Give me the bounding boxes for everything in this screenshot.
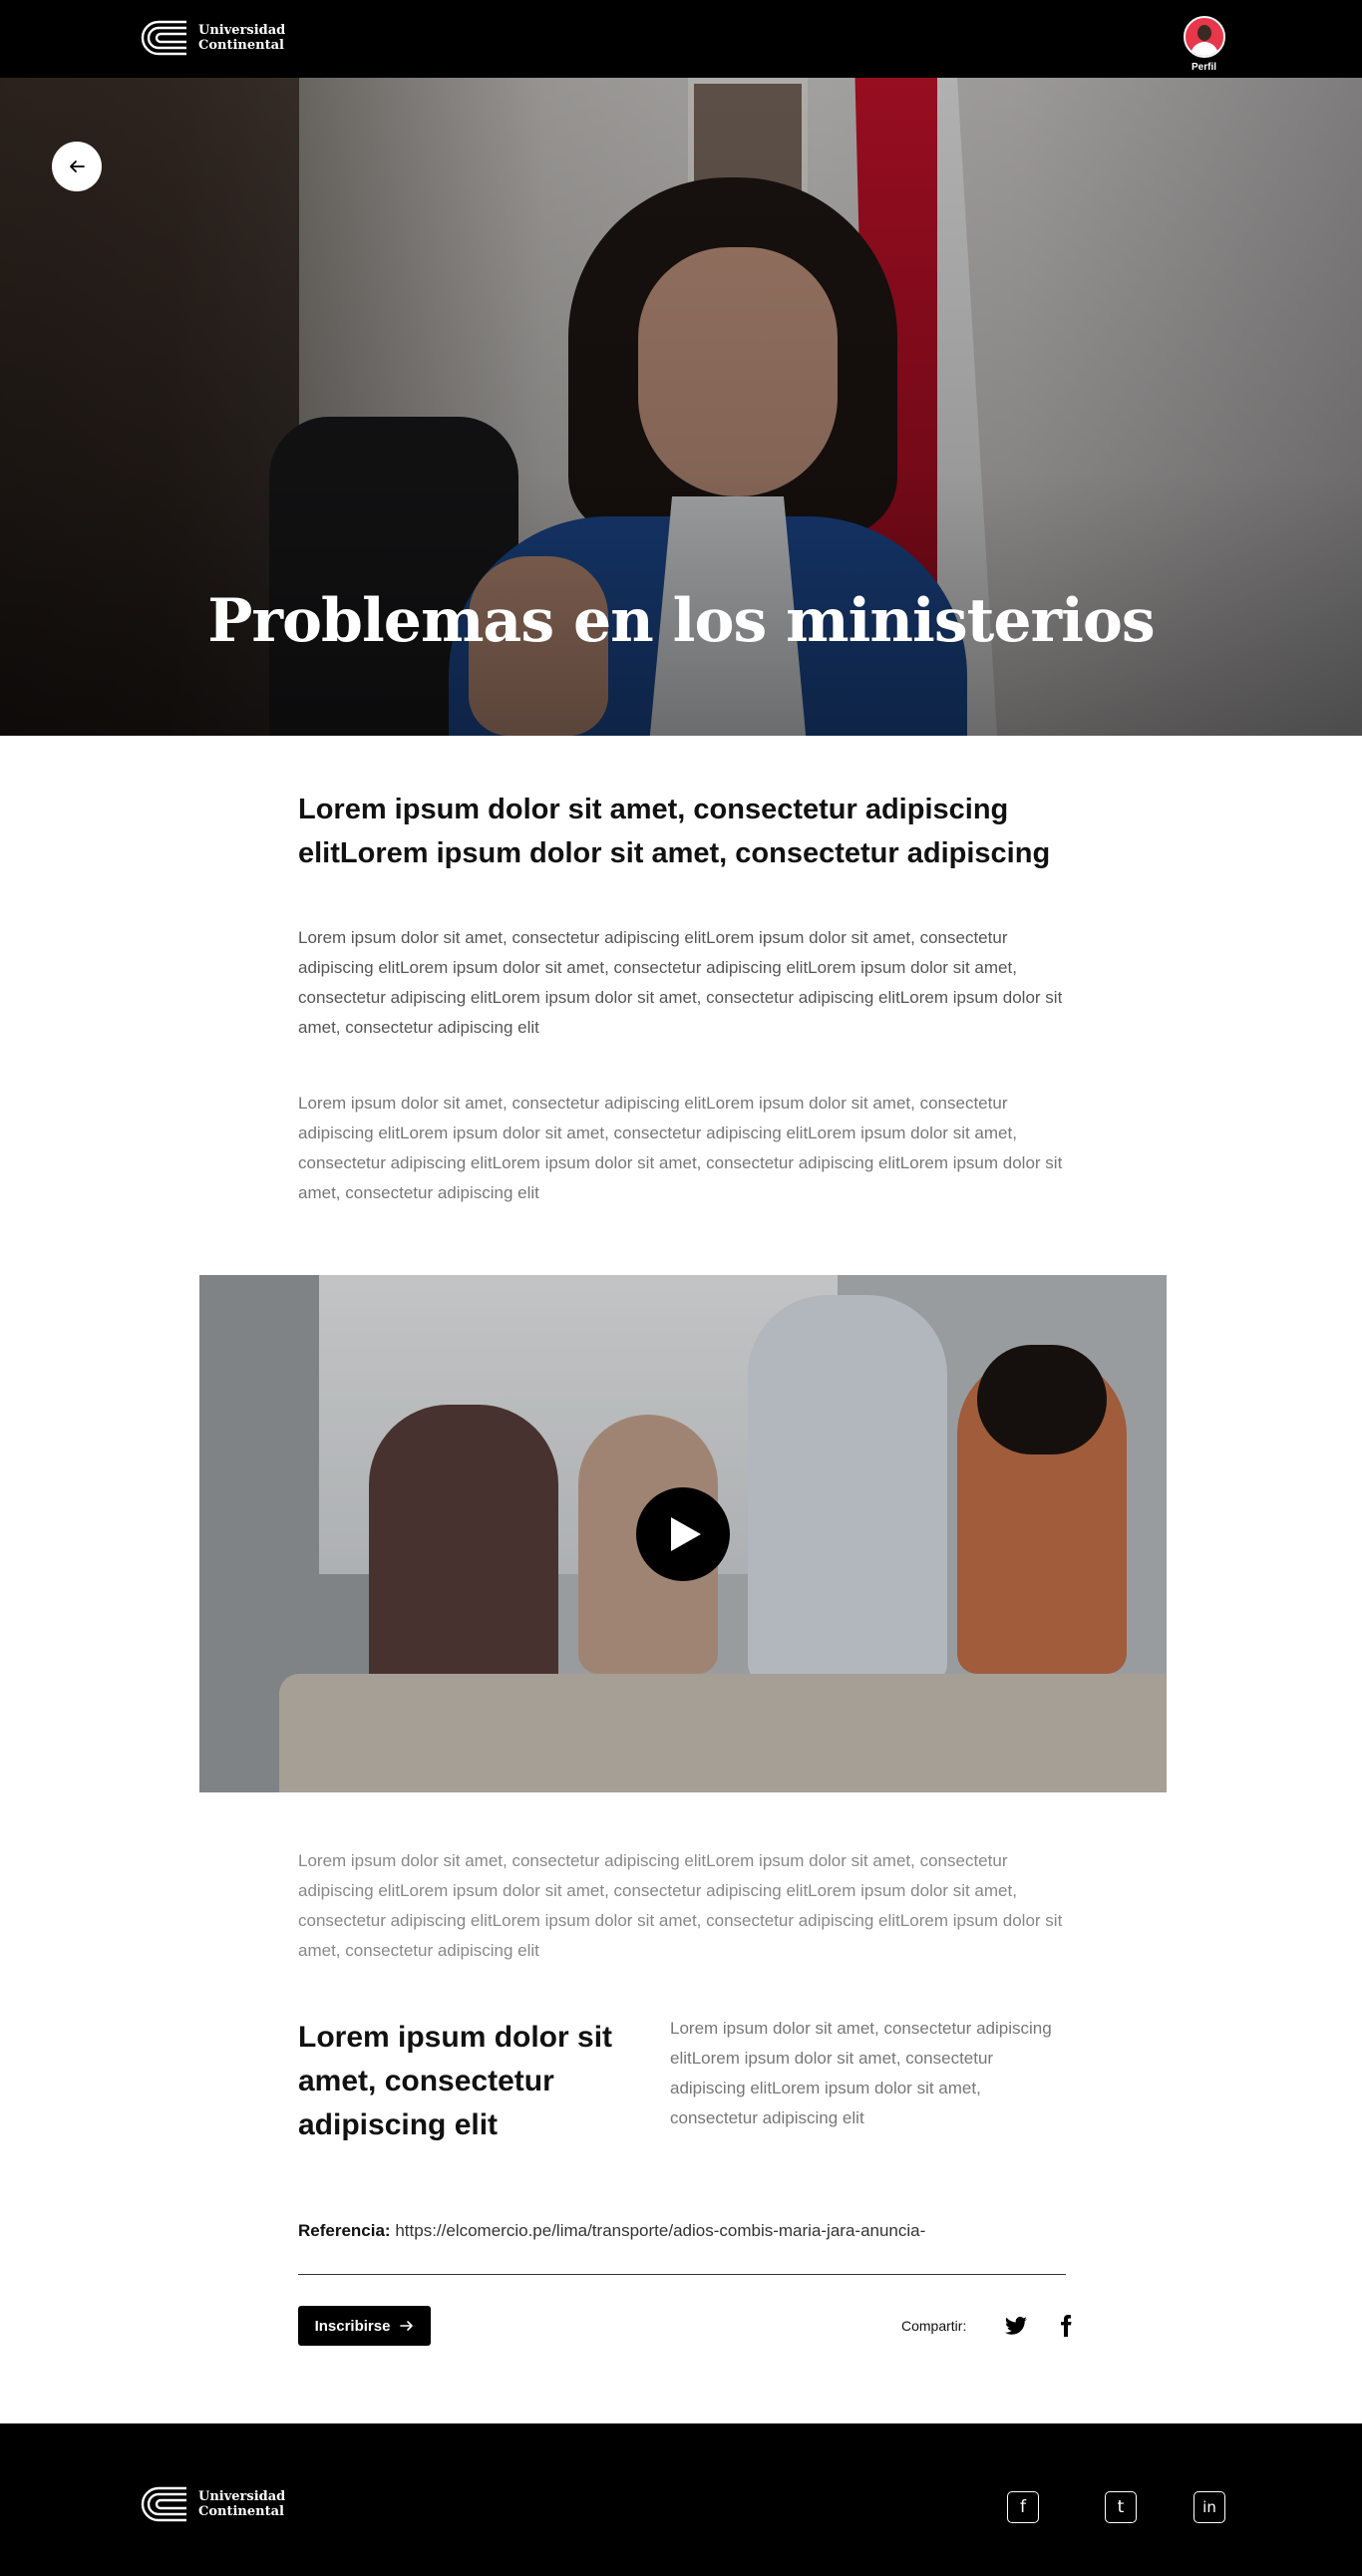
footer-facebook-icon[interactable]: f — [1007, 2491, 1039, 2523]
logo-icon — [139, 2485, 190, 2523]
twitter-icon[interactable] — [1001, 2311, 1031, 2341]
play-button[interactable] — [636, 1487, 730, 1581]
brand-logo[interactable]: Universidad Continental — [139, 19, 285, 57]
reference: Referencia: https://elcomercio.pe/lima/t… — [298, 2221, 925, 2241]
brand-name: Universidad Continental — [198, 23, 286, 53]
brand-name: Universidad Continental — [198, 2489, 286, 2519]
subscribe-button[interactable]: Inscribirse — [298, 2306, 431, 2346]
reference-link[interactable]: https://elcomercio.pe/lima/transporte/ad… — [395, 2221, 925, 2240]
article-paragraph-2: Lorem ipsum dolor sit amet, consectetur … — [298, 1094, 1063, 1202]
divider — [298, 2274, 1066, 2275]
section-subheading: Lorem ipsum dolor sit amet, consectetur … — [298, 2021, 613, 2141]
back-button[interactable] — [52, 142, 102, 191]
section-side-text: Lorem ipsum dolor sit amet, consectetur … — [670, 2019, 1052, 2127]
article-lead: Lorem ipsum dolor sit amet, consectetur … — [298, 794, 1051, 869]
hero-banner: Problemas en los ministerios — [0, 78, 1362, 736]
article-paragraph-1: Lorem ipsum dolor sit amet, consectetur … — [298, 928, 1063, 1037]
article-paragraph-3: Lorem ipsum dolor sit amet, consectetur … — [298, 1851, 1063, 1960]
facebook-icon[interactable] — [1051, 2311, 1081, 2341]
back-arrow-icon — [70, 161, 85, 172]
reference-label: Referencia: — [298, 2221, 391, 2240]
footer: Universidad Continental f t in — [0, 2423, 1362, 2576]
logo-icon — [139, 19, 190, 57]
footer-twitter-icon[interactable]: t — [1105, 2491, 1137, 2523]
share-label: Compartir: — [901, 2318, 967, 2334]
play-icon — [671, 1517, 701, 1551]
video-player[interactable] — [199, 1275, 1167, 1792]
avatar[interactable] — [1183, 16, 1225, 58]
arrow-right-icon — [400, 2321, 414, 2331]
profile-menu[interactable]: Perfil otros — [1146, 16, 1262, 118]
page-title: Problemas en los ministerios — [207, 586, 1155, 656]
footer-linkedin-icon[interactable]: in — [1193, 2491, 1225, 2523]
profile-label: Perfil — [1191, 62, 1216, 73]
footer-brand-logo[interactable]: Universidad Continental — [139, 2485, 285, 2523]
top-navbar: Universidad Continental Perfil otros — [0, 0, 1362, 118]
share-bar: Compartir: — [901, 2311, 1081, 2341]
